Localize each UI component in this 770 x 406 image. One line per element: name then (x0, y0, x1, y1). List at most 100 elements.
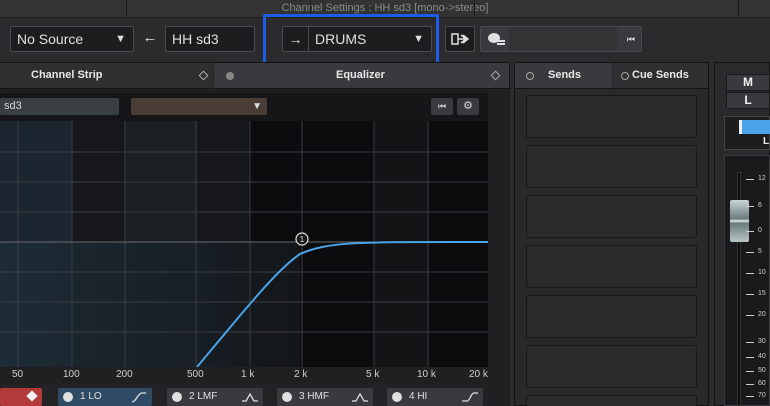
freq-label: 100 (63, 369, 80, 380)
highshelf-icon (462, 392, 478, 402)
tab-equalizer[interactable]: Equalizer (214, 63, 509, 89)
eq-graph: 1 (0, 121, 488, 367)
eq-node-label: 1 (300, 235, 305, 244)
eq-band-4-button[interactable]: 4 HI (387, 388, 483, 406)
tab-cue-sends[interactable]: Cue Sends (613, 63, 708, 89)
eq-bypass-button[interactable]: ⏮ (431, 98, 453, 115)
fader-scale-tick (746, 371, 754, 372)
eq-band-label: 1 LO (80, 391, 102, 402)
rewind-icon: ⏮ (437, 101, 447, 111)
freq-label: 10 k (417, 369, 436, 380)
fader-scale-tick (746, 273, 754, 274)
send-slot-2[interactable] (526, 145, 697, 188)
highpass-icon (131, 392, 146, 403)
eq-enable-icon[interactable] (226, 72, 234, 80)
source-select[interactable]: No Source ▼ (10, 26, 134, 52)
tab-sends-label: Sends (548, 69, 582, 81)
tab-channel-strip-label: Channel Strip (31, 69, 103, 81)
cue-sends-enable-icon[interactable] (621, 72, 629, 80)
route-button[interactable] (445, 26, 475, 52)
titlebar-divider (738, 0, 739, 18)
send-slot-5[interactable] (526, 295, 697, 338)
insert-preset-field[interactable]: ⏮ (480, 26, 642, 52)
gear-icon: ⚙ (463, 100, 473, 112)
diamond-icon[interactable] (490, 70, 501, 81)
fader-scale-label: 30 (758, 338, 766, 345)
fader-scale-tick (746, 342, 754, 343)
power-icon (63, 392, 73, 402)
send-slot-1[interactable] (526, 95, 697, 138)
sends-enable-icon[interactable] (526, 72, 534, 80)
eq-band-label: 4 HI (409, 391, 428, 402)
channel-name: HH sd3 (172, 31, 219, 47)
fader-scale-tick (746, 206, 754, 207)
preset-icon (488, 33, 505, 45)
power-icon (392, 392, 402, 402)
eq-curve-display[interactable]: 1 (0, 121, 488, 367)
chevron-down-icon: ▼ (252, 101, 262, 112)
eq-band-2-button[interactable]: 2 LMF (167, 388, 263, 406)
eq-band-label: 3 HMF (299, 391, 329, 402)
eq-preset-field[interactable]: sd3 (0, 98, 119, 115)
mute-button[interactable]: M (726, 74, 770, 91)
channel-name-field[interactable]: HH sd3 (165, 26, 255, 52)
eq-band-row: 1 LO 2 LMF 3 HMF 4 HI (0, 384, 488, 406)
fader-scale-tick (746, 396, 754, 397)
tab-cue-sends-label: Cue Sends (632, 69, 689, 81)
pan-marker (739, 120, 742, 134)
arrow-left-icon: ← (142, 29, 158, 46)
eq-band-label: 2 LMF (189, 391, 218, 402)
freq-label: 500 (187, 369, 204, 380)
fader-scale-label: 0 (758, 227, 762, 234)
peak-icon (352, 392, 368, 402)
titlebar-divider (474, 0, 475, 18)
pan-control[interactable]: L (724, 116, 770, 150)
pan-label: L (763, 136, 770, 147)
send-slot-4[interactable] (526, 245, 697, 288)
fader-scale-label: 15 (758, 290, 766, 297)
freq-label: 2 k (294, 369, 308, 380)
eq-preset-name: sd3 (4, 100, 22, 112)
eq-band-3-button[interactable]: 3 HMF (277, 388, 373, 406)
freq-label: 1 k (241, 369, 255, 380)
eq-band-1-button[interactable]: 1 LO (58, 388, 152, 406)
diamond-icon (26, 390, 38, 402)
fader-scale-label: 6 (758, 202, 762, 209)
eq-header: sd3 ▼ ⏮ ⚙ (0, 93, 488, 121)
send-slot-3[interactable] (526, 195, 697, 238)
fader-scale-label: 40 (758, 353, 766, 360)
eq-settings-button[interactable]: ⚙ (457, 98, 479, 115)
filter-button[interactable] (0, 388, 42, 406)
fader-scale-tick (746, 357, 754, 358)
rewind-icon: ⏮ (626, 34, 635, 44)
previous-channel-button[interactable]: ← (137, 26, 163, 52)
fader-scale-label: 70 (758, 392, 766, 399)
fader-scale-label: 10 (758, 269, 766, 276)
route-icon (451, 33, 470, 45)
fader-scale-label: 50 (758, 367, 766, 374)
power-icon (282, 392, 292, 402)
focus-highlight (263, 14, 439, 65)
diamond-icon[interactable] (198, 70, 209, 81)
send-slot-6[interactable] (526, 345, 697, 388)
fader-scale-tick (746, 179, 754, 180)
pan-fill (742, 120, 770, 134)
fader-scale-tick (746, 294, 754, 295)
listen-label: L (744, 93, 752, 107)
fader-scale-tick (746, 384, 754, 385)
fader-scale-label: 60 (758, 380, 766, 387)
eq-preset-select[interactable]: ▼ (131, 98, 267, 115)
send-slot-7[interactable] (526, 395, 697, 406)
freq-label: 20 k (469, 369, 488, 380)
fader-scale-tick (746, 252, 754, 253)
tab-channel-strip[interactable]: Channel Strip (0, 63, 213, 89)
fader-scale-label: 5 (758, 248, 762, 255)
listen-button[interactable]: L (726, 92, 770, 109)
tab-equalizer-label: Equalizer (336, 69, 385, 81)
fader-scale-label: 20 (758, 311, 766, 318)
freq-label: 5 k (366, 369, 380, 380)
tab-sends[interactable]: Sends (515, 63, 612, 89)
power-icon (172, 392, 182, 402)
titlebar-divider (126, 0, 127, 18)
fader-scale-tick (746, 231, 754, 232)
